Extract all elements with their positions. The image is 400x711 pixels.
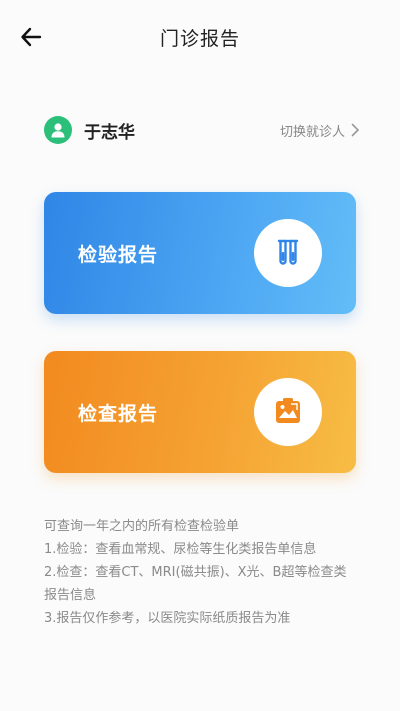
exam-report-label: 检查报告 — [78, 402, 159, 425]
header: 门诊报告 — [0, 0, 400, 72]
test-tubes-icon — [277, 239, 299, 265]
user-icon — [51, 123, 65, 138]
scan-image-icon — [276, 398, 300, 423]
patient-row: 于志华 切换就诊人 — [44, 114, 360, 146]
lab-report-label: 检验报告 — [78, 243, 159, 266]
note-line: 3.报告仅作参考，以医院实际纸质报告为准 — [44, 611, 291, 626]
note-line: 可查询一年之内的所有检查检验单 — [44, 519, 240, 534]
exam-report-card[interactable]: 检查报告 — [44, 351, 356, 473]
notes: 可查询一年之内的所有检查检验单 1.检验：查看血常规、尿检等生化类报告单信息 2… — [44, 515, 364, 630]
patient-name: 于志华 — [84, 122, 135, 143]
switch-patient-button[interactable]: 切换就诊人 — [280, 121, 360, 140]
chevron-right-icon — [351, 123, 359, 137]
page-title: 门诊报告 — [159, 28, 240, 50]
note-line: 1.检验：查看血常规、尿检等生化类报告单信息 — [44, 542, 317, 557]
lab-report-icon-circle — [254, 219, 322, 287]
note-line: 2.检查：查看CT、MRI(磁共振)、X光、B超等检查类 — [44, 565, 347, 580]
note-line: 报告信息 — [44, 588, 97, 603]
lab-report-card[interactable]: 检验报告 — [44, 192, 356, 314]
exam-report-icon-circle — [254, 378, 322, 446]
avatar — [44, 116, 72, 144]
app-screen: 门诊报告 于志华 切换就诊人 检验报告 检查报告 可查询一年之内的所有检查检验单… — [0, 0, 400, 711]
switch-patient-label: 切换就诊人 — [279, 124, 345, 140]
